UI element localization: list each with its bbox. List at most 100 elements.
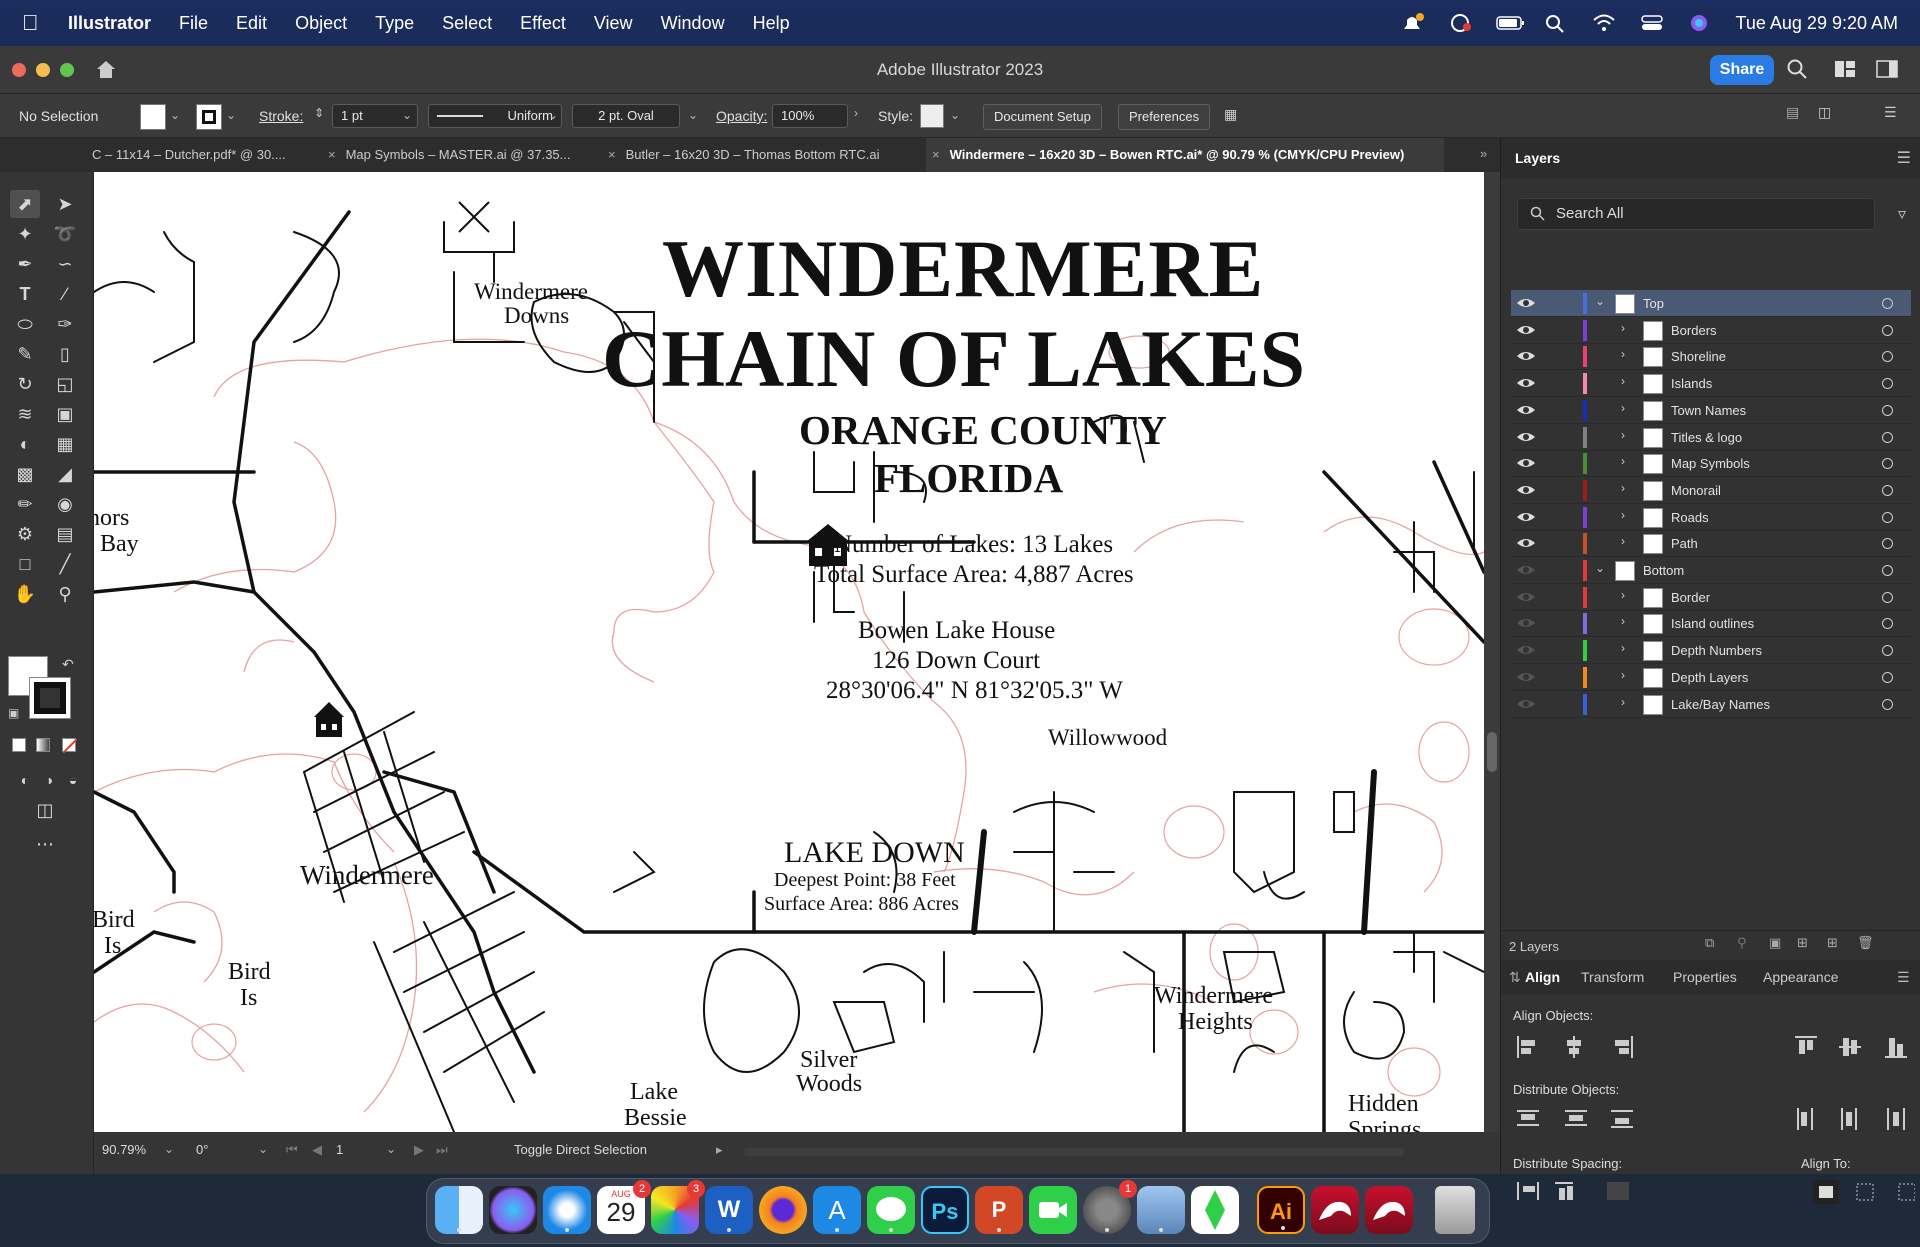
close-tab-icon[interactable]: × [932,147,940,162]
wifi-icon[interactable] [1592,13,1616,33]
status-tool-hint[interactable]: Toggle Direct Selection [514,1142,647,1157]
layer-name[interactable]: Island outlines [1671,616,1754,631]
layer-row[interactable]: ⌄ Top [1511,290,1911,317]
notification-icon[interactable] [1400,13,1424,33]
paintbrush-tool-icon[interactable]: ✑ [50,310,80,338]
layer-name[interactable]: Border [1671,590,1710,605]
layer-name[interactable]: Depth Numbers [1671,643,1762,658]
layer-row[interactable]: › Depth Numbers [1511,637,1911,665]
visibility-eye-icon[interactable] [1515,695,1537,713]
zoom-tool-icon[interactable]: ⚲ [50,580,80,608]
dock-powerpoint-icon[interactable]: P [975,1186,1023,1234]
share-button[interactable]: Share [1710,55,1774,85]
rotation-dropdown-icon[interactable]: ⌄ [258,1142,268,1156]
layer-row[interactable]: ⌄ Bottom [1511,557,1911,584]
target-circle-icon[interactable] [1882,378,1893,390]
target-circle-icon[interactable] [1882,351,1893,363]
stroke-dropdown-icon[interactable]: ⌄ [226,108,236,122]
stroke-stepper-icon[interactable]: ⇕ [314,106,324,120]
fill-dropdown-icon[interactable]: ⌄ [170,108,180,122]
stroke-weight-dropdown-icon[interactable]: ⌄ [402,108,412,122]
fill-swatch[interactable] [140,104,166,130]
draw-inside-icon[interactable]: ◒ [58,766,88,794]
target-circle-icon[interactable] [1882,698,1893,710]
eyedropper-tool-icon[interactable]: ✏ [10,490,40,518]
layer-row[interactable]: › Town Names [1511,397,1911,424]
chevron-right-icon[interactable]: › [1621,668,1625,682]
workspace-icon[interactable] [1834,60,1856,83]
search-help-icon[interactable] [1786,58,1808,85]
align-objects-buttons[interactable] [1515,1034,1915,1064]
new-sublayer-icon[interactable]: ⊞ [1797,935,1808,951]
target-circle-icon[interactable] [1882,484,1893,496]
slice-tool-icon[interactable]: ╱ [50,550,80,578]
opacity-field[interactable]: 100% [772,104,848,128]
dock-preview-icon[interactable] [1137,1186,1185,1234]
layer-row[interactable]: › Depth Layers [1511,664,1911,691]
control-center-icon[interactable] [1640,13,1664,33]
screen-mode-icon[interactable]: ◫ [30,796,60,824]
tab-transform[interactable]: Transform [1581,969,1644,985]
align-icon[interactable]: ▤ [1786,104,1799,121]
visibility-eye-icon[interactable] [1515,508,1537,526]
tab-align[interactable]: Align [1525,969,1560,985]
apple-icon[interactable]:  [22,10,48,36]
spacing-and-align-to-buttons[interactable] [1515,1178,1915,1206]
dock-messages-icon[interactable] [867,1186,915,1234]
visibility-eye-icon[interactable] [1515,428,1537,446]
chevron-right-icon[interactable]: › [1621,695,1625,709]
layer-name[interactable]: Bottom [1643,563,1684,578]
menu-type[interactable]: Type [375,13,414,34]
target-circle-icon[interactable] [1882,618,1893,630]
layers-search-input[interactable]: Search All [1517,198,1875,230]
graphic-style-swatch[interactable] [920,104,944,128]
visibility-eye-icon[interactable] [1515,561,1537,579]
tab-dutcher[interactable]: C – 11x14 – Dutcher.pdf* @ 30.... [86,138,310,172]
scroll-thumb[interactable] [1487,732,1497,772]
artboard-dropdown-icon[interactable]: ⌄ [386,1142,396,1156]
layer-row[interactable]: › Island outlines [1511,610,1911,638]
close-tab-icon[interactable]: × [328,147,336,162]
target-circle-icon[interactable] [1882,645,1893,657]
default-colors-icon[interactable]: ▣ [8,706,19,720]
dock-system-settings-icon[interactable]: 1 [1083,1180,1137,1234]
target-circle-icon[interactable] [1882,298,1893,309]
layer-name[interactable]: Path [1671,536,1698,551]
dock-app-2-icon[interactable] [1365,1186,1413,1234]
eraser-tool-icon[interactable]: ▯ [50,340,80,368]
visibility-eye-icon[interactable] [1515,588,1537,606]
layer-row[interactable]: › Monorail [1511,477,1911,504]
menu-edit[interactable]: Edit [236,13,267,34]
close-tab-icon[interactable]: × [608,147,616,162]
symbol-sprayer-tool-icon[interactable]: ⚙ [10,520,40,548]
stroke-swatch[interactable] [196,104,222,130]
style-dropdown-icon[interactable]: ⌄ [950,108,960,122]
chevron-right-icon[interactable]: › [1621,588,1625,602]
target-circle-icon[interactable] [1882,404,1893,416]
tab-windermere[interactable]: × Windermere – 16x20 3D – Bowen RTC.ai* @… [926,138,1444,172]
dock-photos-icon[interactable]: 3 [651,1180,705,1234]
control-menu-icon[interactable]: ☰ [1884,104,1897,121]
visibility-eye-icon[interactable] [1515,668,1537,686]
chevron-right-icon[interactable]: › [1621,401,1625,415]
visibility-eye-icon[interactable] [1515,374,1537,392]
target-circle-icon[interactable] [1882,591,1893,603]
visibility-eye-icon[interactable] [1515,534,1537,552]
tab-map-symbols[interactable]: × Map Symbols – MASTER.ai @ 37.35... [322,138,598,172]
mesh-tool-icon[interactable]: ▩ [10,460,40,488]
layer-row[interactable]: › Lake/Bay Names [1511,691,1911,718]
gradient-mode-icon[interactable] [36,738,50,752]
last-artboard-icon[interactable]: ⏭ [436,1142,448,1158]
panel-toggle-icon[interactable] [1876,60,1898,83]
dock-trash-icon[interactable] [1435,1186,1475,1234]
layer-name[interactable]: Top [1643,296,1664,311]
target-circle-icon[interactable] [1882,511,1893,523]
target-circle-icon[interactable] [1882,538,1893,550]
clipping-mask-icon[interactable]: ▣ [1769,935,1781,951]
type-tool-icon[interactable]: T [10,280,40,308]
chevron-right-icon[interactable]: › [1621,508,1625,522]
selection-tool-icon[interactable]: ⬈ [10,190,40,218]
dock-finder-icon[interactable] [435,1186,483,1234]
distribute-objects-buttons[interactable] [1515,1106,1915,1136]
target-circle-icon[interactable] [1882,324,1893,336]
